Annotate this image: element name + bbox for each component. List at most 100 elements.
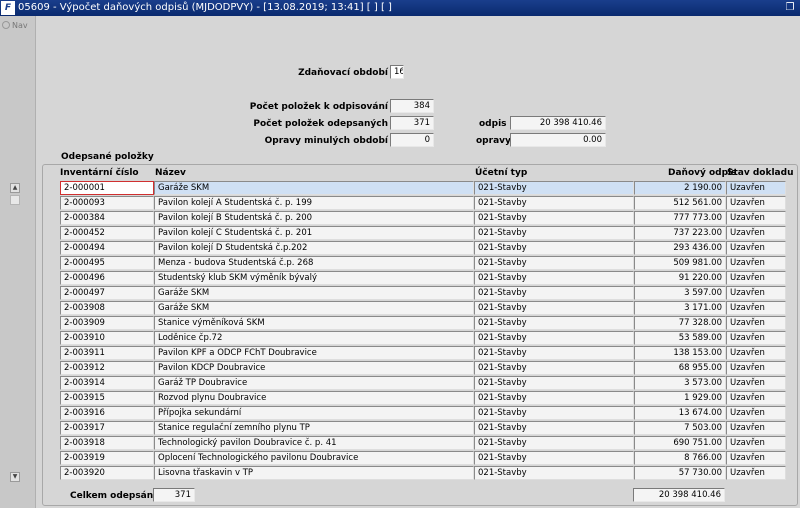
cell-name[interactable]: Garáže SKM — [154, 286, 474, 300]
col-header-inventory-number[interactable]: Inventární číslo — [60, 168, 139, 178]
table-row[interactable]: 2-000384 Pavilon kolejí B Studentská č. p… — [60, 211, 800, 226]
cell-inventory-number[interactable]: 2-003916 — [60, 406, 154, 420]
cell-inventory-number[interactable]: 2-003912 — [60, 361, 154, 375]
table-row[interactable]: 2-003912 Pavilon KDCP Doubravice 021-Stavb… — [60, 361, 800, 376]
cell-name[interactable]: Loděnice čp.72 — [154, 331, 474, 345]
cell-name[interactable]: Pavilon kolejí B Studentská č. p. 200 — [154, 211, 474, 225]
cell-tax-depreciation[interactable]: 3 171.00 — [634, 301, 726, 315]
cell-tax-depreciation[interactable]: 690 751.00 — [634, 436, 726, 450]
cell-tax-depreciation[interactable]: 737 223.00 — [634, 226, 726, 240]
table-row[interactable]: 2-000496 Studentský klub SKM výměník býva… — [60, 271, 800, 286]
corrections-amount-field[interactable]: 0.00 — [510, 133, 606, 147]
cell-document-status[interactable]: Uzavřen — [726, 316, 786, 330]
period-field[interactable]: 16 — [390, 65, 404, 79]
table-row[interactable]: 2-003908 Garáže SKM 021-Stavby 3 171.00 Uzav… — [60, 301, 800, 316]
cell-name[interactable]: Pavilon KDCP Doubravice — [154, 361, 474, 375]
cell-tax-depreciation[interactable]: 138 153.00 — [634, 346, 726, 360]
cell-document-status[interactable]: Uzavřen — [726, 211, 786, 225]
cell-name[interactable]: Stanice výměníková SKM — [154, 316, 474, 330]
table-row[interactable]: 2-000495 Menza - budova Studentská č.p. 2… — [60, 256, 800, 271]
cell-document-status[interactable]: Uzavřen — [726, 451, 786, 465]
cell-tax-depreciation[interactable]: 293 436.00 — [634, 241, 726, 255]
cell-tax-depreciation[interactable]: 53 589.00 — [634, 331, 726, 345]
total-count-field[interactable]: 371 — [153, 488, 195, 502]
cell-tax-depreciation[interactable]: 512 561.00 — [634, 196, 726, 210]
cell-accounting-type[interactable]: 021-Stavby — [474, 241, 634, 255]
cell-name[interactable]: Přípojka sekundární — [154, 406, 474, 420]
cell-document-status[interactable]: Uzavřen — [726, 226, 786, 240]
table-row[interactable]: 2-003910 Loděnice čp.72 021-Stavby 53 589.0… — [60, 331, 800, 346]
cell-inventory-number[interactable]: 2-000093 — [60, 196, 154, 210]
scroll-up-icon[interactable]: ▲ — [10, 183, 20, 193]
total-amount-field[interactable]: 20 398 410.46 — [633, 488, 725, 502]
col-header-document-status[interactable]: Stav dokladu — [727, 168, 793, 178]
cell-name[interactable]: Oplocení Technologického pavilonu Doubra… — [154, 451, 474, 465]
cell-tax-depreciation[interactable]: 57 730.00 — [634, 466, 726, 480]
cell-accounting-type[interactable]: 021-Stavby — [474, 316, 634, 330]
cell-accounting-type[interactable]: 021-Stavby — [474, 181, 634, 195]
cell-name[interactable]: Menza - budova Studentská č.p. 268 — [154, 256, 474, 270]
table-row[interactable]: 2-003909 Stanice výměníková SKM 021-Stavby… — [60, 316, 800, 331]
cell-inventory-number[interactable]: 2-000495 — [60, 256, 154, 270]
table-row[interactable]: 2-000001 Garáže SKM 021-Stavby 2 190.00 Uzav… — [60, 181, 800, 196]
cell-inventory-number[interactable]: 2-000496 — [60, 271, 154, 285]
cell-document-status[interactable]: Uzavřen — [726, 346, 786, 360]
cell-document-status[interactable]: Uzavřen — [726, 406, 786, 420]
cell-tax-depreciation[interactable]: 509 981.00 — [634, 256, 726, 270]
cell-accounting-type[interactable]: 021-Stavby — [474, 346, 634, 360]
cell-name[interactable]: Lisovna třaskavin v TP — [154, 466, 474, 480]
cell-name[interactable]: Stanice regulační zemního plynu TP — [154, 421, 474, 435]
table-row[interactable]: 2-000497 Garáže SKM 021-Stavby 3 597.00 Uzav… — [60, 286, 800, 301]
table-row[interactable]: 2-003917 Stanice regulační zemního plynu … — [60, 421, 800, 436]
cell-inventory-number[interactable]: 2-003917 — [60, 421, 154, 435]
cell-inventory-number[interactable]: 2-003909 — [60, 316, 154, 330]
cell-inventory-number[interactable]: 2-003918 — [60, 436, 154, 450]
cell-tax-depreciation[interactable]: 1 929.00 — [634, 391, 726, 405]
col-header-accounting-type[interactable]: Účetní typ — [475, 168, 527, 178]
cell-tax-depreciation[interactable]: 7 503.00 — [634, 421, 726, 435]
table-row[interactable]: 2-003911 Pavilon KPF a ODCP FChT Doubravi… — [60, 346, 800, 361]
cell-inventory-number[interactable]: 2-003920 — [60, 466, 154, 480]
cell-accounting-type[interactable]: 021-Stavby — [474, 286, 634, 300]
cell-accounting-type[interactable]: 021-Stavby — [474, 226, 634, 240]
cell-accounting-type[interactable]: 021-Stavby — [474, 196, 634, 210]
count-to-depreciate-field[interactable]: 384 — [390, 99, 434, 113]
table-row[interactable]: 2-003918 Technologický pavilon Doubravice… — [60, 436, 800, 451]
cell-document-status[interactable]: Uzavřen — [726, 301, 786, 315]
cell-name[interactable]: Pavilon KPF a ODCP FChT Doubravice — [154, 346, 474, 360]
cell-accounting-type[interactable]: 021-Stavby — [474, 451, 634, 465]
table-row[interactable]: 2-000494 Pavilon kolejí D Studentská č.p.… — [60, 241, 800, 256]
cell-name[interactable]: Garáž TP Doubravice — [154, 376, 474, 390]
table-row[interactable]: 2-003915 Rozvod plynu Doubravice 021-Stavb… — [60, 391, 800, 406]
table-row[interactable]: 2-000452 Pavilon kolejí C Studentská č. p… — [60, 226, 800, 241]
cell-name[interactable]: Pavilon kolejí D Studentská č.p.202 — [154, 241, 474, 255]
cell-document-status[interactable]: Uzavřen — [726, 391, 786, 405]
cell-tax-depreciation[interactable]: 13 674.00 — [634, 406, 726, 420]
cell-inventory-number[interactable]: 2-000384 — [60, 211, 154, 225]
cell-tax-depreciation[interactable]: 68 955.00 — [634, 361, 726, 375]
cell-name[interactable]: Pavilon kolejí C Studentská č. p. 201 — [154, 226, 474, 240]
cell-accounting-type[interactable]: 021-Stavby — [474, 331, 634, 345]
cell-accounting-type[interactable]: 021-Stavby — [474, 361, 634, 375]
cell-tax-depreciation[interactable]: 3 597.00 — [634, 286, 726, 300]
col-header-name[interactable]: Název — [155, 168, 186, 178]
cell-inventory-number[interactable]: 2-000494 — [60, 241, 154, 255]
cell-accounting-type[interactable]: 021-Stavby — [474, 436, 634, 450]
cell-accounting-type[interactable]: 021-Stavby — [474, 466, 634, 480]
cell-accounting-type[interactable]: 021-Stavby — [474, 211, 634, 225]
scroll-thumb[interactable] — [10, 195, 20, 205]
cell-inventory-number[interactable]: 2-003915 — [60, 391, 154, 405]
cell-document-status[interactable]: Uzavřen — [726, 331, 786, 345]
cell-document-status[interactable]: Uzavřen — [726, 181, 786, 195]
cell-inventory-number[interactable]: 2-003908 — [60, 301, 154, 315]
table-row[interactable]: 2-003920 Lisovna třaskavin v TP 021-Stavby… — [60, 466, 800, 481]
cell-name[interactable]: Garáže SKM — [154, 181, 474, 195]
scroll-down-icon[interactable]: ▼ — [10, 472, 20, 482]
table-row[interactable]: 2-003919 Oplocení Technologického pavilon… — [60, 451, 800, 466]
cell-document-status[interactable]: Uzavřen — [726, 196, 786, 210]
cell-name[interactable]: Studentský klub SKM výměník bývalý — [154, 271, 474, 285]
cell-document-status[interactable]: Uzavřen — [726, 271, 786, 285]
cell-tax-depreciation[interactable]: 77 328.00 — [634, 316, 726, 330]
cell-name[interactable]: Technologický pavilon Doubravice č. p. 4… — [154, 436, 474, 450]
cell-document-status[interactable]: Uzavřen — [726, 286, 786, 300]
